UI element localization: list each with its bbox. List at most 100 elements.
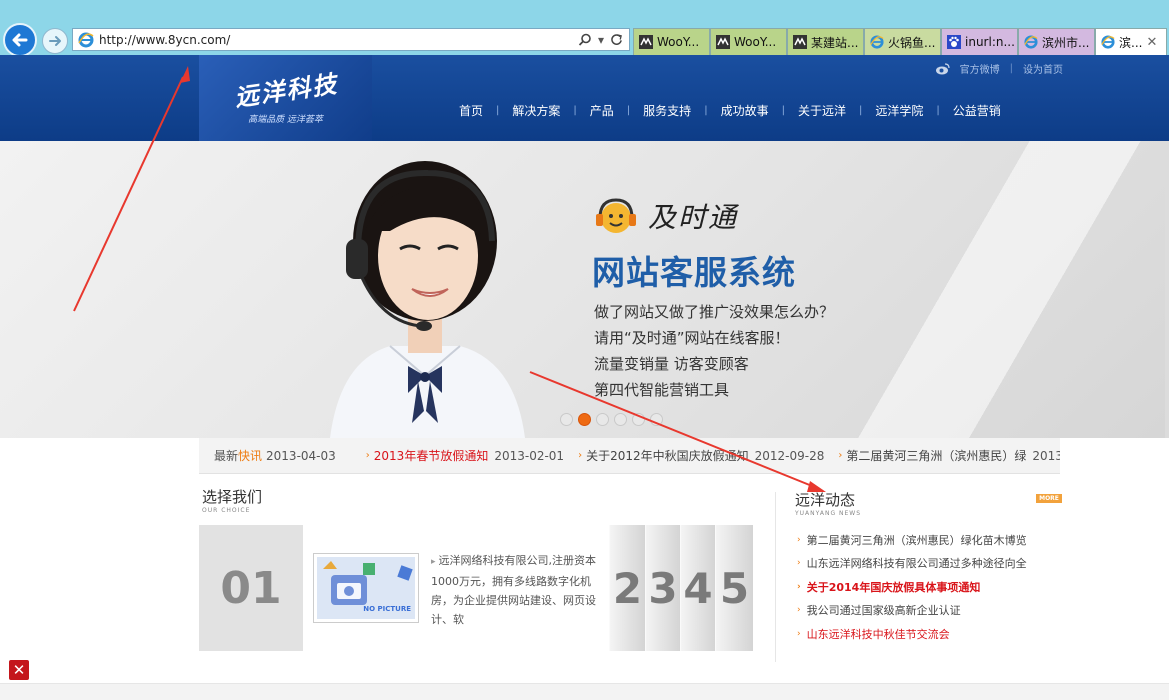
slide-dot[interactable] xyxy=(596,413,609,426)
choice-tab-3[interactable]: 3 xyxy=(645,525,680,651)
wooyun-icon xyxy=(638,34,654,50)
choice-tab-5[interactable]: 5 xyxy=(715,525,753,651)
nav-item[interactable]: 成功故事 xyxy=(708,102,782,119)
browser-tab[interactable]: 滨州市... xyxy=(1018,28,1095,55)
ticker-date: 2013-04-03 xyxy=(266,448,336,463)
section-subtitle: YUANYANG NEWS xyxy=(795,510,862,517)
nav-item[interactable]: 公益营销 xyxy=(940,102,1014,119)
browser-tab[interactable]: inurl:n... xyxy=(941,28,1018,55)
nav-item[interactable]: 关于远洋 xyxy=(785,102,859,119)
news-item-title: 山东远洋科技中秋佳节交流会 xyxy=(806,627,950,641)
tab-label: WooY... xyxy=(734,35,777,49)
news-item-title: 第二届黄河三角洲（滨州惠民）绿化苗木博览 xyxy=(806,533,1027,547)
ie-icon xyxy=(1100,34,1116,50)
paw-icon xyxy=(946,34,962,50)
tab-label: 滨州市... xyxy=(1042,35,1090,50)
chevron-right-icon: › xyxy=(797,558,801,569)
no-picture-label: NO PICTURE xyxy=(363,605,411,613)
slide-dot[interactable] xyxy=(578,413,591,426)
slide-indicators xyxy=(560,413,663,426)
tab-strip: WooY... WooY... 某建站... 火锅鱼... inurl:n... 滨州市.… xyxy=(633,28,1167,55)
news-item[interactable]: › 山东远洋网络科技有限公司通过多种途径向全 xyxy=(797,552,1027,576)
chevron-right-icon: › xyxy=(797,605,801,616)
back-arrow-icon xyxy=(12,33,28,47)
main-nav: 首页 | 解决方案 | 产品 | 服务支持 | 成功故事 | 关于远洋 | 远洋学院 | 公益营销 xyxy=(446,102,1014,119)
site-logo[interactable]: 远洋科技 高端品质 远洋荟萃 xyxy=(199,55,372,141)
jishitong-mascot-icon xyxy=(596,198,636,233)
forward-button[interactable] xyxy=(42,28,68,54)
news-item[interactable]: › 第二届黄河三角洲（滨州惠民）绿化苗木博览 xyxy=(797,528,1027,552)
scrollbar[interactable] xyxy=(1165,141,1169,438)
ticker-date: 2013-04-2 xyxy=(1032,448,1060,463)
banner-line: 流量变销量 访客变顾客 xyxy=(594,355,749,373)
ticker-title: 2013年春节放假通知 xyxy=(373,449,489,463)
more-button[interactable]: MORE xyxy=(1036,494,1062,503)
banner-line: 请用“及时通”网站在线客服！ xyxy=(594,329,790,347)
chevron-right-icon: › xyxy=(797,628,801,639)
nav-item[interactable]: 产品 xyxy=(577,102,627,119)
choice-tab-4[interactable]: 4 xyxy=(680,525,715,651)
news-item[interactable]: › 关于2014年国庆放假具体事项通知 xyxy=(797,575,1027,599)
news-list: › 第二届黄河三角洲（滨州惠民）绿化苗木博览 › 山东远洋网络科技有限公司通过多种途径… xyxy=(797,528,1027,646)
ticker-item[interactable]: › 2013年春节放假通知 2013-02-01 xyxy=(366,447,564,464)
chevron-right-icon: › xyxy=(797,581,801,592)
forward-arrow-icon xyxy=(49,36,61,46)
chevron-right-icon: › xyxy=(797,534,801,545)
status-bar xyxy=(0,683,1169,700)
site-header: 远洋科技 高端品质 远洋荟萃 官方微博 | 设为首页 首页 | 解决方案 | 产品 | 服务… xyxy=(0,55,1169,141)
hero-banner[interactable]: 及时通 网站客服系统 做了网站又做了推广没效果怎么办？ 请用“及时通”网站在线客… xyxy=(0,141,1169,438)
browser-tab[interactable]: 某建站... xyxy=(787,28,864,55)
tab-label: 火锅鱼... xyxy=(888,35,936,50)
browser-tab[interactable]: 火锅鱼... xyxy=(864,28,941,55)
banner-line: 第四代智能营销工具 xyxy=(594,381,730,399)
ticker-title: 第二届黄河三角洲（滨州惠民）绿 xyxy=(846,449,1027,463)
search-icon[interactable] xyxy=(578,33,592,47)
tab-label: inurl:n... xyxy=(965,35,1015,49)
ie-icon xyxy=(1023,34,1039,50)
slide-dot[interactable] xyxy=(632,413,645,426)
slide-dot[interactable] xyxy=(560,413,573,426)
weibo-icon xyxy=(935,62,950,74)
dropdown-chevron-icon[interactable]: ▾ xyxy=(598,33,604,47)
choice-tab-2[interactable]: 2 xyxy=(609,525,645,651)
weibo-link[interactable]: 官方微博 xyxy=(960,61,1000,76)
choice-tab-active[interactable]: 01 xyxy=(199,525,303,651)
ticker-date: 2013-02-01 xyxy=(494,448,565,463)
slide-dot[interactable] xyxy=(650,413,663,426)
url-text[interactable]: http://www.8ycn.com/ xyxy=(99,33,578,47)
ticker-item[interactable]: ›第二届黄河三角洲（滨州惠民）绿 2013-04-2 xyxy=(838,447,1060,464)
section-subtitle: OUR CHOICE xyxy=(202,507,251,514)
brand-row: 及时通 xyxy=(592,196,738,236)
logo-subtitle: 高端品质 远洋荟萃 xyxy=(248,115,323,125)
ticker-items: 2013-04-03 › 2013年春节放假通知 2013-02-01 › 关于2012… xyxy=(266,447,1060,464)
browser-tab[interactable]: WooY... xyxy=(633,28,710,55)
nav-item[interactable]: 首页 xyxy=(446,102,496,119)
news-item[interactable]: › 我公司通过国家级高新企业认证 xyxy=(797,599,1027,623)
ticker-item[interactable]: › 关于2012年中秋国庆放假通知 2012-09-28 xyxy=(578,447,824,464)
wooyun-icon xyxy=(792,34,808,50)
news-item[interactable]: › 山东远洋科技中秋佳节交流会 xyxy=(797,622,1027,646)
address-bar[interactable]: http://www.8ycn.com/ ▾ xyxy=(72,28,630,51)
tab-label: 滨... xyxy=(1119,35,1143,50)
news-heading: 远洋动态 YUANYANG NEWS xyxy=(795,489,861,517)
tab-label: 某建站... xyxy=(811,35,859,50)
choice-description: 远洋网络科技有限公司,注册资本1000万元，拥有多线路数字化机房，为企业提供网站… xyxy=(431,551,601,629)
nav-item[interactable]: 解决方案 xyxy=(499,102,573,119)
customer-service-agent-image xyxy=(330,161,525,438)
choose-us-panel: 01 NO PICTURE 远洋网络科技有限公司,注册资本1000万元，拥有多线… xyxy=(199,525,753,651)
choice-card: NO PICTURE 远洋网络科技有限公司,注册资本1000万元，拥有多线路数字… xyxy=(303,525,609,651)
browser-tab[interactable]: WooY... xyxy=(710,28,787,55)
nav-item[interactable]: 远洋学院 xyxy=(862,102,936,119)
news-item-title: 关于2014年国庆放假具体事项通知 xyxy=(806,580,981,594)
tab-close-icon[interactable]: ✕ xyxy=(1146,35,1157,50)
browser-tab[interactable]: 滨... ✕ xyxy=(1095,28,1167,55)
banner-line: 做了网站又做了推广没效果怎么办？ xyxy=(594,303,835,321)
slide-dot[interactable] xyxy=(614,413,627,426)
refresh-icon[interactable] xyxy=(610,33,623,46)
nav-item[interactable]: 服务支持 xyxy=(630,102,704,119)
close-ad-button[interactable]: ✕ xyxy=(9,660,29,680)
divider: | xyxy=(1009,63,1013,74)
back-button[interactable] xyxy=(3,23,37,57)
set-homepage-link[interactable]: 设为首页 xyxy=(1023,61,1063,76)
no-picture-thumbnail[interactable]: NO PICTURE xyxy=(313,553,419,623)
